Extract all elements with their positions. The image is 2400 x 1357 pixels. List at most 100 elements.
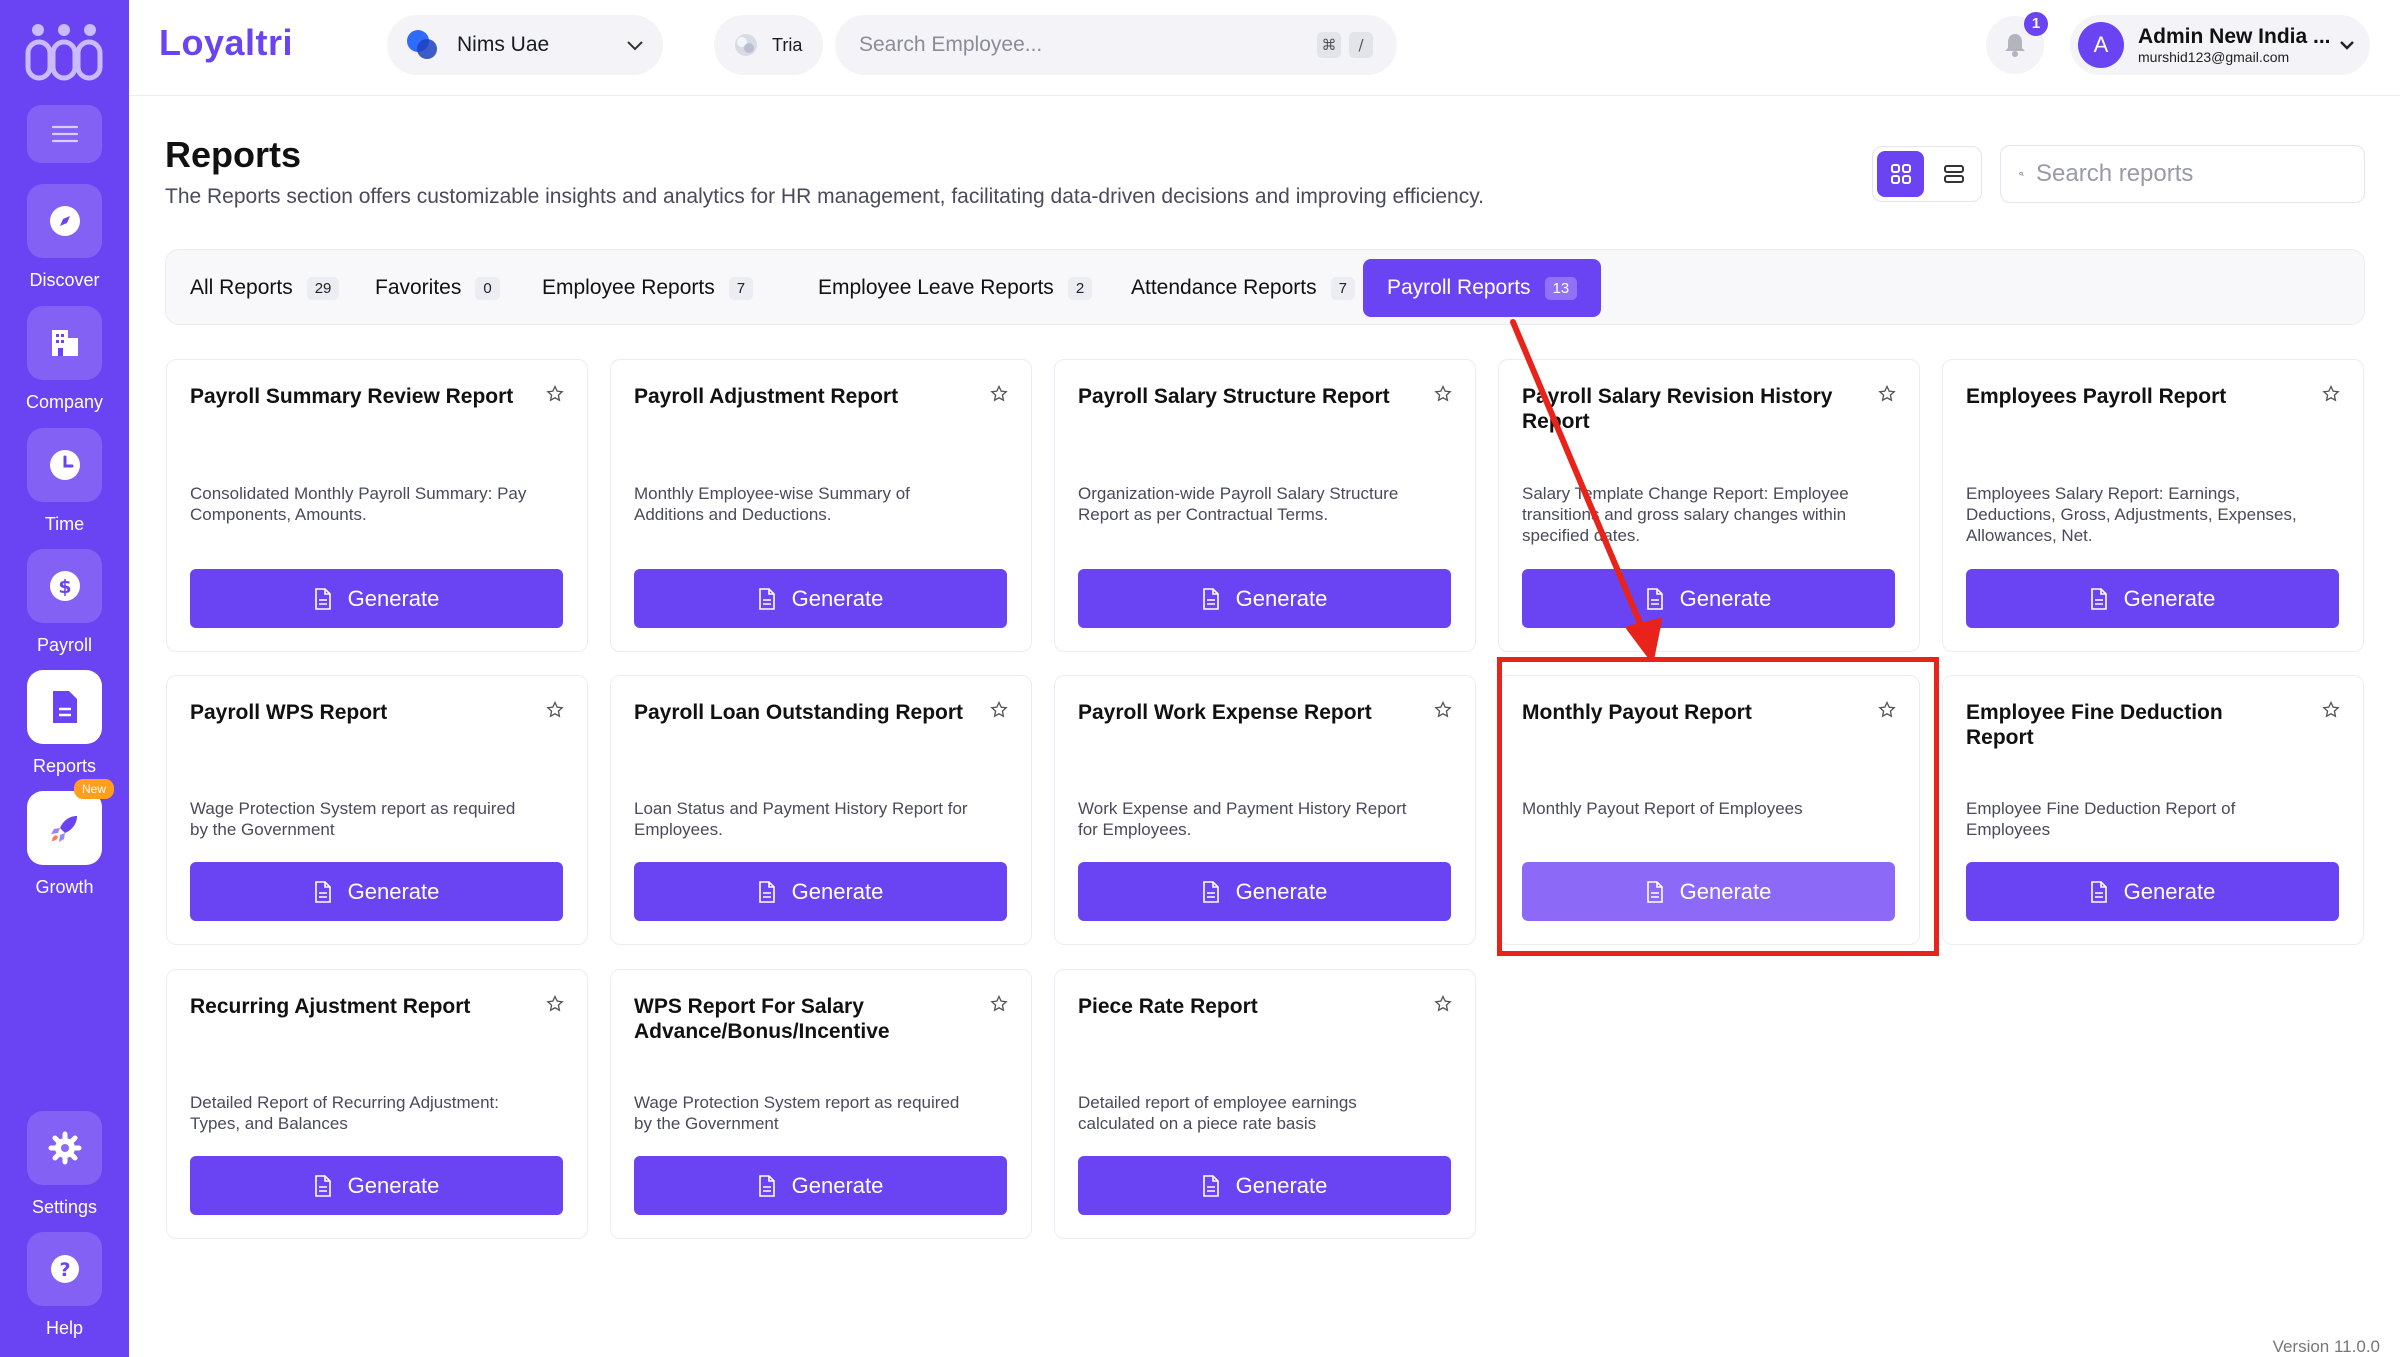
file-icon [1646, 587, 1663, 610]
page-title: Reports [165, 134, 302, 175]
report-title: WPS Report For Salary Advance/Bonus/Ince… [634, 995, 890, 1043]
generate-label: Generate [347, 585, 440, 611]
star-icon[interactable] [545, 994, 565, 1014]
report-title: Payroll WPS Report [190, 701, 388, 724]
page-description: The Reports section offers customizable … [165, 185, 1484, 208]
report-description: Salary Template Change Report: Employee … [1522, 484, 1849, 545]
employee-search-input[interactable] [859, 33, 1309, 57]
report-title: Payroll Work Expense Report [1078, 701, 1372, 724]
generate-button[interactable]: Generate [1522, 569, 1895, 628]
tria-label: Tria [772, 34, 803, 55]
generate-button[interactable]: Generate [1078, 862, 1451, 921]
company-selector[interactable]: Nims Uae [387, 15, 663, 75]
sidebar-item-growth[interactable]: New Growth [0, 779, 129, 898]
generate-label: Generate [1235, 1172, 1328, 1198]
sidebar-item-help[interactable]: ? Help [0, 1232, 129, 1339]
tab-label: All Reports [190, 276, 293, 299]
report-card-piece-rate: Piece Rate Report Detailed report of emp… [1054, 969, 1476, 1239]
star-icon[interactable] [1433, 700, 1453, 720]
generate-label: Generate [2123, 878, 2216, 904]
tab-all-reports[interactable]: All Reports 29 [166, 259, 363, 317]
user-email: murshid123@gmail.com [2138, 49, 2290, 65]
report-description: Monthly Employee-wise Summary of Additio… [634, 484, 910, 524]
report-search-input[interactable] [2036, 160, 2346, 188]
report-category-tabs: All Reports 29 Favorites 0 Employee Report… [165, 249, 2365, 325]
sidebar-item-company[interactable]: Company [0, 306, 129, 413]
tab-employee-leave-reports[interactable]: Employee Leave Reports 2 [794, 259, 1116, 317]
sidebar-item-reports[interactable]: Reports [0, 670, 129, 777]
generate-button[interactable]: Generate [1966, 862, 2339, 921]
bell-icon [2005, 34, 2025, 57]
report-title: Payroll Salary Revision History Report [1522, 385, 1833, 433]
tab-count: 0 [475, 276, 500, 300]
loyaltri-logo-icon[interactable] [24, 20, 104, 84]
sidebar-item-payroll[interactable]: $ Payroll [0, 549, 129, 656]
report-card-payroll-salary-structure: Payroll Salary Structure Report Organiza… [1054, 359, 1476, 652]
generate-button[interactable]: Generate [1966, 569, 2339, 628]
report-card-wps-salary-advance: WPS Report For Salary Advance/Bonus/Ince… [610, 969, 1032, 1239]
employee-search[interactable]: ⌘ / [835, 15, 1397, 75]
report-description: Employee Fine Deduction Report of Employ… [1966, 799, 2236, 839]
sidebar-item-settings[interactable]: Settings [0, 1111, 129, 1218]
tab-attendance-reports[interactable]: Attendance Reports 7 [1107, 259, 1379, 317]
generate-button[interactable]: Generate [190, 862, 563, 921]
file-icon [314, 880, 331, 903]
sidebar-item-label: Help [45, 1318, 84, 1338]
star-icon[interactable] [1433, 384, 1453, 404]
file-icon [314, 1174, 331, 1197]
tab-employee-reports[interactable]: Employee Reports 7 [518, 259, 777, 317]
file-icon [1202, 880, 1219, 903]
generate-button[interactable]: Generate [634, 569, 1007, 628]
generate-button[interactable]: Generate [1078, 569, 1451, 628]
brand-name[interactable]: Loyaltri [159, 22, 293, 64]
generate-button[interactable]: Generate [634, 862, 1007, 921]
report-description: Wage Protection System report as require… [190, 799, 516, 839]
sidebar-item-label: Time [44, 514, 85, 534]
star-icon[interactable] [989, 384, 1009, 404]
star-icon[interactable] [545, 700, 565, 720]
generate-label: Generate [347, 1172, 440, 1198]
dollar-icon: $ [49, 571, 80, 601]
file-icon [758, 880, 775, 903]
svg-text:?: ? [59, 1259, 70, 1281]
generate-label: Generate [347, 878, 440, 904]
tria-assistant-button[interactable]: Tria [714, 15, 823, 75]
sidebar-item-discover[interactable]: Discover [0, 184, 129, 291]
report-description: Detailed report of employee earnings cal… [1078, 1093, 1357, 1133]
view-toggle [1872, 146, 1982, 202]
star-icon[interactable] [545, 384, 565, 404]
sidebar-item-time[interactable]: Time [0, 428, 129, 535]
grid-view-button[interactable] [1877, 151, 1924, 197]
file-icon [2090, 880, 2107, 903]
tab-payroll-reports[interactable]: Payroll Reports 13 [1363, 259, 1602, 317]
report-description: Work Expense and Payment History Report … [1078, 799, 1407, 839]
generate-button[interactable]: Generate [190, 569, 563, 628]
report-card-payroll-loan-outstanding: Payroll Loan Outstanding Report Loan Sta… [610, 675, 1032, 945]
document-icon [52, 691, 77, 723]
tab-label: Payroll Reports [1387, 276, 1531, 299]
star-icon[interactable] [1877, 384, 1897, 404]
star-icon[interactable] [2321, 384, 2341, 404]
star-icon[interactable] [2321, 700, 2341, 720]
report-card-employee-fine-deduction: Employee Fine Deduction Report Employee … [1942, 675, 2364, 945]
star-icon[interactable] [989, 700, 1009, 720]
tab-label: Employee Reports [542, 276, 715, 299]
company-name: Nims Uae [457, 33, 550, 56]
notification-count-badge: 1 [2024, 12, 2048, 36]
sidebar-item-label: Discover [29, 270, 100, 290]
generate-button[interactable]: Generate [1078, 1156, 1451, 1215]
report-search[interactable] [2000, 145, 2365, 203]
tab-count: 2 [1067, 276, 1093, 300]
grid-icon [1890, 164, 1911, 184]
notifications-button[interactable]: 1 [1986, 12, 2048, 74]
star-icon[interactable] [989, 994, 1009, 1014]
menu-toggle-button[interactable] [27, 105, 102, 163]
generate-label: Generate [1235, 878, 1328, 904]
star-icon[interactable] [1433, 994, 1453, 1014]
list-view-button[interactable] [1930, 151, 1977, 197]
shortcut-cmd-key: ⌘ [1317, 32, 1341, 58]
generate-button[interactable]: Generate [634, 1156, 1007, 1215]
user-profile-menu[interactable]: A Admin New India ... murshid123@gmail.c… [2070, 15, 2370, 75]
tab-favorites[interactable]: Favorites 0 [351, 259, 524, 317]
generate-button[interactable]: Generate [190, 1156, 563, 1215]
